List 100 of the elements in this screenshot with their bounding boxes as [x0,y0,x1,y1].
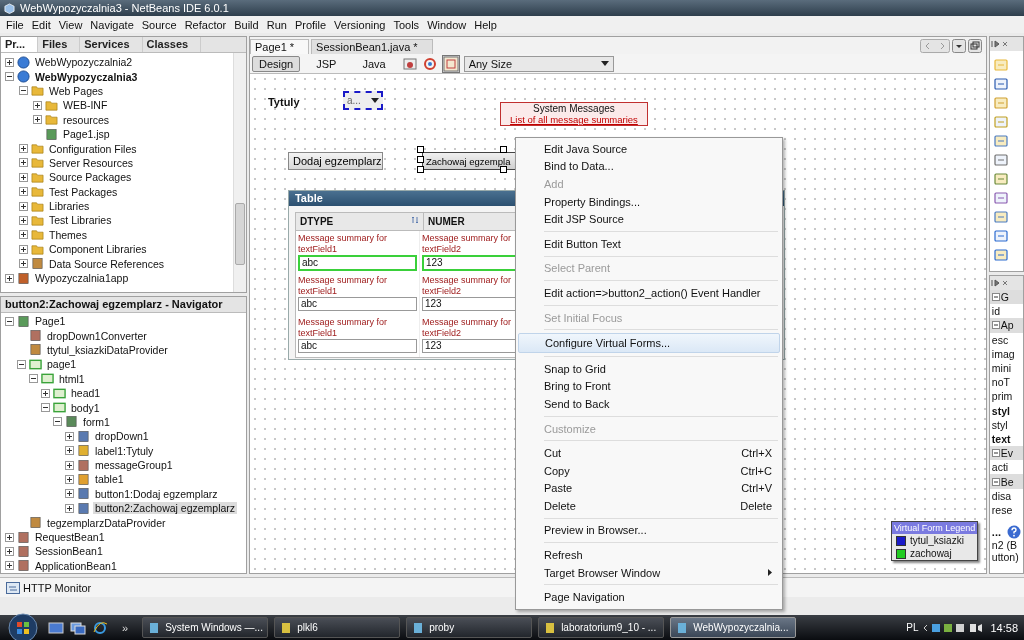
property-name[interactable]: mini [991,362,1012,375]
resize-handle[interactable] [499,146,507,153]
tree-item[interactable]: messageGroup1 [93,459,175,472]
menu-item[interactable]: Paste Ctrl+V [518,479,780,498]
menu-item[interactable]: Tools [389,18,424,31]
menu-item[interactable]: Window [423,18,471,31]
tree-item[interactable]: Component Libraries [47,243,149,256]
expand-toggle[interactable] [65,474,74,484]
property-name[interactable]: prim [991,390,1013,403]
refresh-icon[interactable] [421,55,438,72]
tree-item[interactable]: resources [61,113,112,126]
panel-tab[interactable]: Files [38,37,81,52]
property-name[interactable]: disa [991,489,1012,502]
expand-toggle[interactable] [65,503,74,513]
expand-toggle[interactable] [5,72,14,82]
tree-item[interactable]: RequestBean1 [33,531,107,543]
view-tab[interactable]: Java [352,56,396,71]
menu-item[interactable]: Send to Back [518,395,780,413]
property-name[interactable]: styl [991,404,1010,417]
collapse-icon[interactable] [991,449,1000,458]
menu-item[interactable]: Edit Button Text [518,234,780,253]
panel-tab[interactable]: Classes [142,37,202,52]
palette-item-icon[interactable] [992,76,1009,92]
property-name[interactable]: noT [991,376,1010,389]
view-tab[interactable]: JSP [306,56,347,71]
expand-toggle[interactable] [19,86,28,96]
property-name[interactable]: styl [991,418,1008,431]
expand-toggle[interactable] [65,446,74,456]
tree-item[interactable]: button1:Dodaj egzemplarz [93,487,220,500]
expand-toggle[interactable] [65,489,74,499]
tree-item[interactable]: WebWypozyczalnia2 [33,56,135,69]
tree-item[interactable]: body1 [69,401,102,414]
tree-item[interactable]: Test Packages [47,185,120,198]
property-name[interactable]: text [991,432,1011,445]
menu-item[interactable]: Navigate [86,18,138,31]
expand-toggle[interactable] [65,460,74,470]
text-field[interactable]: abc [297,297,417,311]
size-dropdown[interactable]: Any Size [463,55,614,72]
view-tab[interactable]: Design [251,55,301,72]
collapse-icon[interactable] [991,321,1000,330]
palette-item-icon[interactable] [992,247,1009,263]
tree-item[interactable]: Web Pages [47,84,106,97]
menu-item[interactable]: Help [470,18,501,31]
expand-toggle[interactable] [53,417,62,427]
taskbar-button[interactable]: WebWypozyczalnia... [670,617,797,638]
expand-toggle[interactable] [5,273,14,283]
http-monitor-tab[interactable]: HTTP Monitor [6,581,92,594]
panel-controls-icon[interactable] [989,278,1010,288]
expand-toggle[interactable] [5,316,14,326]
message-link[interactable]: List of all message summaries [510,114,638,125]
editor-tab[interactable]: SessionBean1.java * [311,39,433,54]
expand-toggle[interactable] [19,158,28,168]
property-name[interactable]: rese [991,503,1013,516]
property-name[interactable]: imag [991,347,1015,360]
property-name[interactable]: id [991,305,1000,318]
property-name[interactable]: esc [991,333,1009,346]
menu-item[interactable]: Target Browser Window [518,563,780,582]
tree-item[interactable]: Page1.jsp [61,128,112,141]
expand-toggle[interactable] [5,532,14,542]
menu-item[interactable]: File [2,18,28,31]
expand-toggle[interactable] [41,388,50,398]
menu-item[interactable]: Refresh [518,546,780,564]
expand-toggle[interactable] [19,259,28,269]
property-name[interactable]: acti [991,461,1009,474]
expand-toggle[interactable] [41,403,50,412]
tree-item[interactable]: Data Source References [47,257,166,270]
menu-item[interactable]: Refactor [180,18,231,31]
menu-item[interactable]: Build [230,18,263,31]
tree-item[interactable]: button2:Zachowaj egzemplarz [93,502,238,515]
tree-item[interactable]: Wypozyczalnia1app [33,272,131,285]
expand-toggle[interactable] [65,431,74,441]
menu-item[interactable]: Delete Delete [518,497,780,515]
menu-item[interactable]: Run [262,18,291,31]
tree-item[interactable]: page1 [45,358,79,371]
menu-item[interactable]: Cut Ctrl+X [518,444,780,462]
taskbar-button[interactable]: System Windows —... [142,617,269,638]
tree-item[interactable]: WEB-INF [61,99,110,112]
tree-item[interactable]: form1 [81,415,112,428]
tray-icons[interactable] [924,621,985,634]
virtual-forms-icon[interactable] [441,54,460,73]
expand-toggle[interactable] [19,201,28,211]
canvas-button[interactable]: Dodaj egzemplarz [287,152,383,170]
menu-item[interactable]: Copy Ctrl+C [518,461,780,480]
tree-item[interactable]: tegzemplarzDataProvider [45,516,168,529]
sort-icon[interactable] [410,216,419,224]
tree-item[interactable]: Source Packages [47,171,134,184]
scrollbar[interactable] [232,53,246,292]
language-indicator[interactable]: PL [906,622,919,633]
browser-icon[interactable] [92,620,108,635]
expand-toggle[interactable] [19,230,28,240]
tree-item[interactable]: dropDown1Converter [45,329,149,342]
tree-item[interactable]: WebWypozyczalnia3 [33,70,140,83]
taskbar-button[interactable]: laboratorium9_10 - ... [538,617,665,638]
help-icon[interactable] [1007,525,1021,539]
taskbar-button[interactable]: proby [406,617,533,638]
taskbar-button[interactable]: plkl6 [274,617,401,638]
tree-item[interactable]: Server Resources [47,156,136,169]
editor-tab[interactable]: Page1 * [249,39,310,54]
panel-controls-icon[interactable] [989,39,1010,49]
panel-tab[interactable]: Services [80,37,143,52]
